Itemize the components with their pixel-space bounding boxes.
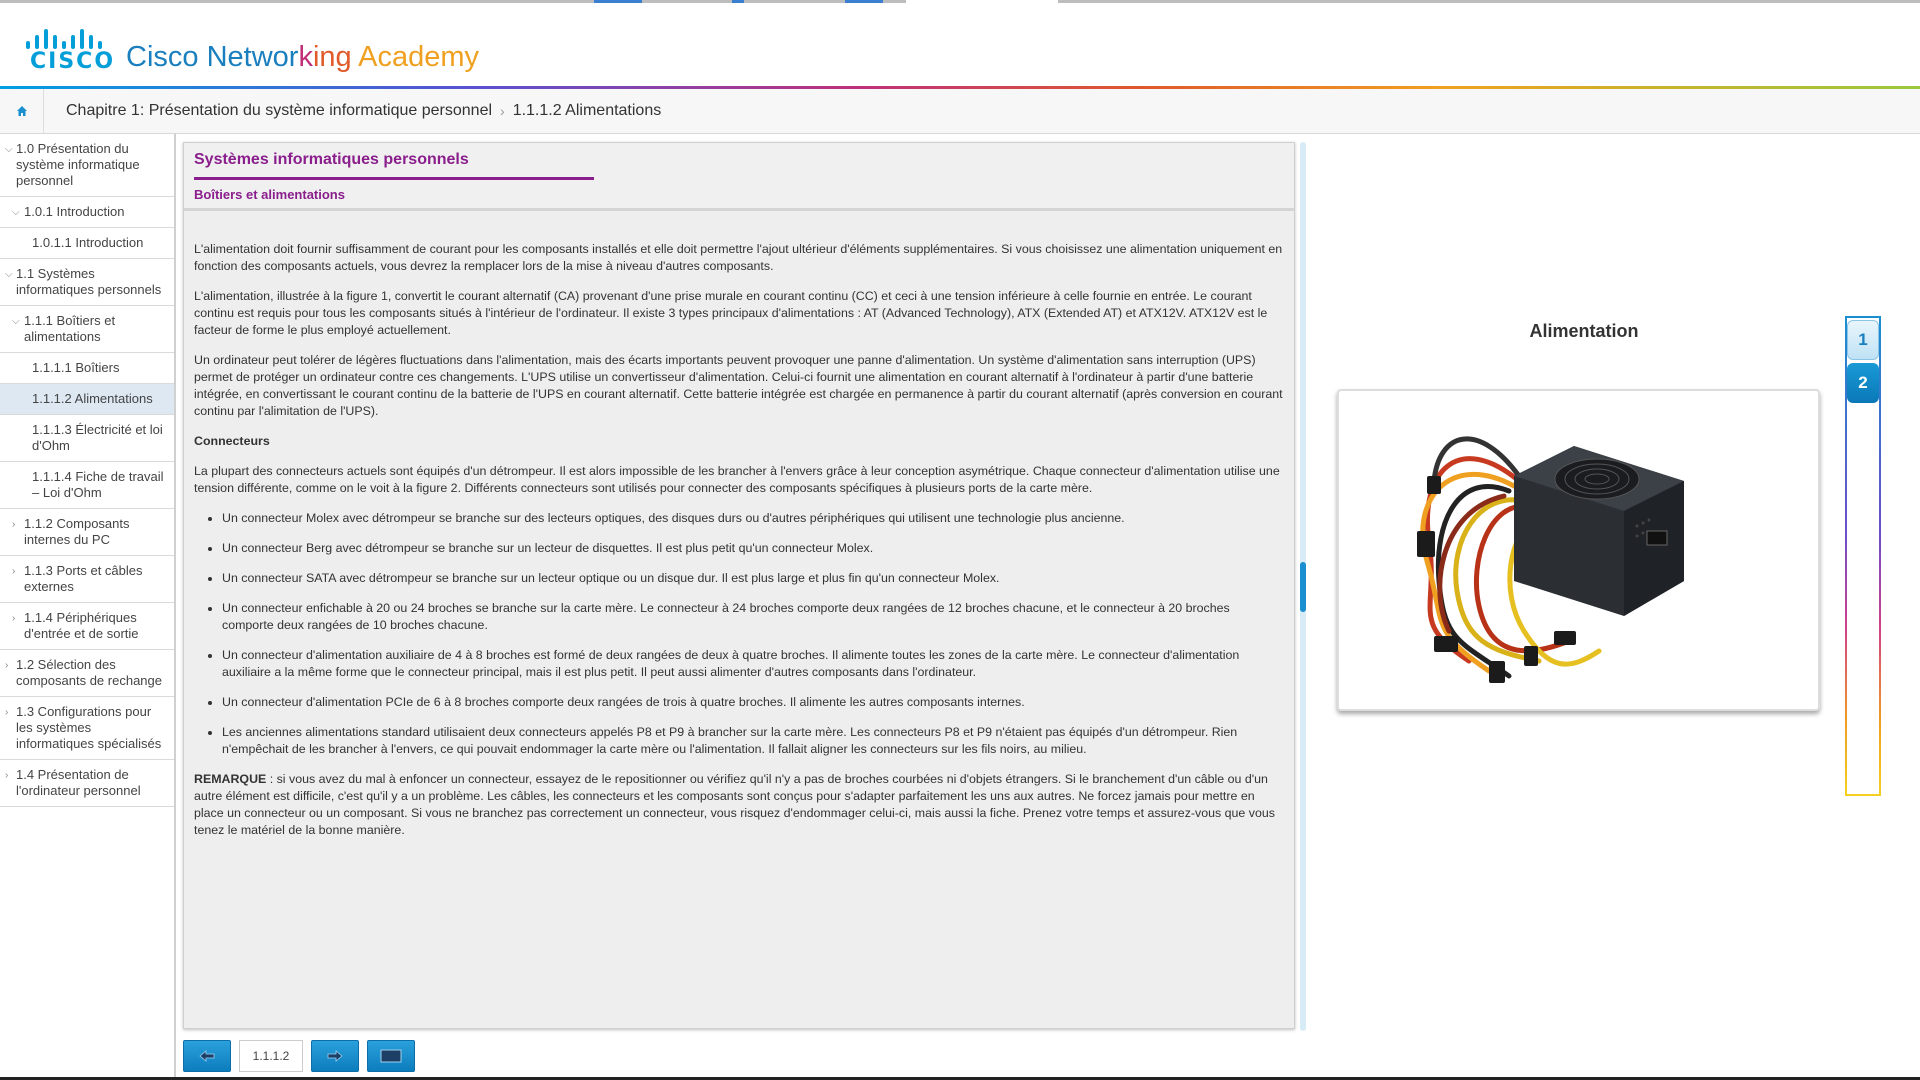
cisco-logo[interactable]: CISCO [24,25,113,74]
list-item: Un connecteur Berg avec détrompeur se br… [222,540,1284,557]
breadcrumb: Chapitre 1: Présentation du système info… [66,102,661,120]
brand-part: ing [312,41,352,73]
sidebar-item[interactable]: › 1.2 Sélection des composants de rechang… [0,650,174,697]
chevron-right-icon: › [500,103,505,119]
sidebar-item[interactable]: 1.1.1.4 Fiche de travail – Loi d'Ohm [0,462,174,509]
list-item: Un connecteur enfichable à 20 ou 24 broc… [222,600,1284,634]
sidebar-item-label: 1.0.1 Introduction [24,204,125,219]
sidebar-item-label: 1.2 Sélection des composants de rechange [16,657,162,688]
content-panel: Systèmes informatiques personnels Boîtie… [183,142,1295,1029]
sidebar-item-label: 1.1.1.1 Boîtiers [32,360,120,375]
sidebar-item-label: 1.0.1.1 Introduction [32,235,144,250]
paragraph: L'alimentation, illustrée à la figure 1,… [194,289,1268,337]
arrow-left-icon [199,1050,215,1062]
scrollbar-thumb[interactable] [1300,562,1306,612]
cisco-bridge-icon [24,25,106,49]
breadcrumb-chapter[interactable]: Chapitre 1: Présentation du système info… [66,102,492,120]
page-number: 1.1.1.2 [239,1040,303,1072]
chevron-right-icon[interactable]: › [12,564,15,580]
sidebar-item[interactable]: › 1.3 Configurations pour les systèmes in… [0,697,174,760]
arrow-right-icon [327,1050,343,1062]
chevron-right-icon[interactable]: › [5,768,8,784]
sidebar-item[interactable]: ⌵ 1.0 Présentation du système informatiqu… [0,134,174,197]
list-item: Un connecteur Molex avec détrompeur se b… [222,510,1284,527]
chevron-down-icon[interactable]: ⌵ [12,314,20,330]
connector-list: Un connecteur Molex avec détrompeur se b… [222,510,1284,758]
sidebar-item-label: 1.1.3 Ports et câbles externes [24,563,143,594]
sidebar-item[interactable]: › 1.1.4 Périphériques d'entrée et de sort… [0,603,174,650]
chevron-down-icon[interactable]: ⌵ [12,205,20,221]
content-body: L'alimentation doit fournir suffisamment… [194,241,1284,852]
home-button[interactable] [0,89,44,133]
sidebar-item[interactable]: › 1.1.3 Ports et câbles externes [0,556,174,603]
brand-part: Cisco Networ [126,41,299,73]
sidebar-item-label: 1.3 Configurations pour les systèmes inf… [16,704,162,751]
title-underline [194,177,594,180]
breadcrumb-page: 1.1.1.2 Alimentations [512,102,662,119]
sidebar-item-label: 1.0 Présentation du système informatique… [16,141,140,188]
sidebar-item[interactable]: 1.0.1.1 Introduction [0,228,174,259]
sidebar-item[interactable]: ⌵ 1.0.1 Introduction [0,197,174,228]
sidebar-toc: ⌵ 1.0 Présentation du système informatiqu… [0,134,176,1080]
sidebar-item-label: 1.1.4 Périphériques d'entrée et de sorti… [24,610,139,641]
chevron-right-icon[interactable]: › [12,611,15,627]
home-icon [16,106,27,116]
sidebar-item-label: 1.1.1.3 Électricité et loi d'Ohm [32,422,163,453]
next-page-button[interactable] [311,1040,359,1072]
section-heading: Connecteurs [194,434,270,448]
sidebar-item[interactable]: 1.1.1.1 Boîtiers [0,353,174,384]
page-subtitle: Boîtiers et alimentations [194,187,345,202]
sidebar-item[interactable]: 1.1.1.2 Alimentations [0,384,174,415]
content-scrollbar[interactable] [1300,142,1306,1031]
brand-part: Academy [351,41,479,73]
chevron-down-icon[interactable]: ⌵ [5,267,13,283]
chevron-right-icon[interactable]: › [5,658,8,674]
sidebar-item[interactable]: › 1.4 Présentation de l'ordinateur person… [0,760,174,807]
sidebar-item[interactable]: ⌵ 1.1.1 Boîtiers et alimentations [0,306,174,353]
chevron-down-icon[interactable]: ⌵ [5,142,13,158]
power-supply-image [1417,436,1684,683]
paragraph: L'alimentation doit fournir suffisamment… [194,242,1283,273]
sidebar-item[interactable]: 1.1.1.3 Électricité et loi d'Ohm [0,415,174,462]
figure-card [1337,389,1820,711]
paragraph: La plupart des connecteurs actuels sont … [194,464,1280,495]
sidebar-item-label: 1.1.1 Boîtiers et alimentations [24,313,116,344]
figure-title: Alimentation [1529,321,1639,341]
figure-tab-2[interactable]: 2 [1847,363,1879,403]
list-item: Les anciennes alimentations standard uti… [222,724,1284,758]
chevron-right-icon[interactable]: › [5,705,8,721]
fullscreen-button[interactable] [367,1040,415,1072]
list-item: Un connecteur d'alimentation PCIe de 6 à… [222,694,1284,711]
sidebar-item-label: 1.4 Présentation de l'ordinateur personn… [16,767,141,798]
list-item: Un connecteur d'alimentation auxiliaire … [222,647,1284,681]
brand-title: Cisco Networking Academy [126,41,479,74]
chevron-right-icon[interactable]: › [12,517,15,533]
header: CISCO Cisco Networking Academy [0,3,1920,88]
sidebar-item[interactable]: ⌵ 1.1 Systèmes informatiques personnels [0,259,174,306]
sidebar-item-label: 1.1.2 Composants internes du PC [24,516,130,547]
page-title: Systèmes informatiques personnels [194,151,469,168]
note-text: : si vous avez du mal à enfoncer un conn… [194,772,1275,837]
bottom-navigation: 1.1.1.2 [183,1040,415,1072]
sidebar-item-label: 1.1.1.2 Alimentations [32,391,153,406]
cisco-wordmark: CISCO [30,49,116,74]
sidebar-item-label: 1.1.1.4 Fiche de travail – Loi d'Ohm [32,469,164,500]
sidebar-item[interactable]: › 1.1.2 Composants internes du PC [0,509,174,556]
brand-part: k [298,41,313,73]
note-label: REMARQUE [194,772,267,786]
figure-tab-1[interactable]: 1 [1847,320,1879,360]
paragraph: Un ordinateur peut tolérer de légères fl… [194,353,1283,418]
breadcrumb-bar: Chapitre 1: Présentation du système info… [0,89,1920,134]
screen-icon [380,1049,402,1063]
sidebar-item-label: 1.1 Systèmes informatiques personnels [16,266,162,297]
previous-page-button[interactable] [183,1040,231,1072]
note-paragraph: REMARQUE : si vous avez du mal à enfonce… [194,771,1284,839]
content-header: Systèmes informatiques personnels Boîtie… [184,143,1294,211]
list-item: Un connecteur SATA avec détrompeur se br… [222,570,1284,587]
